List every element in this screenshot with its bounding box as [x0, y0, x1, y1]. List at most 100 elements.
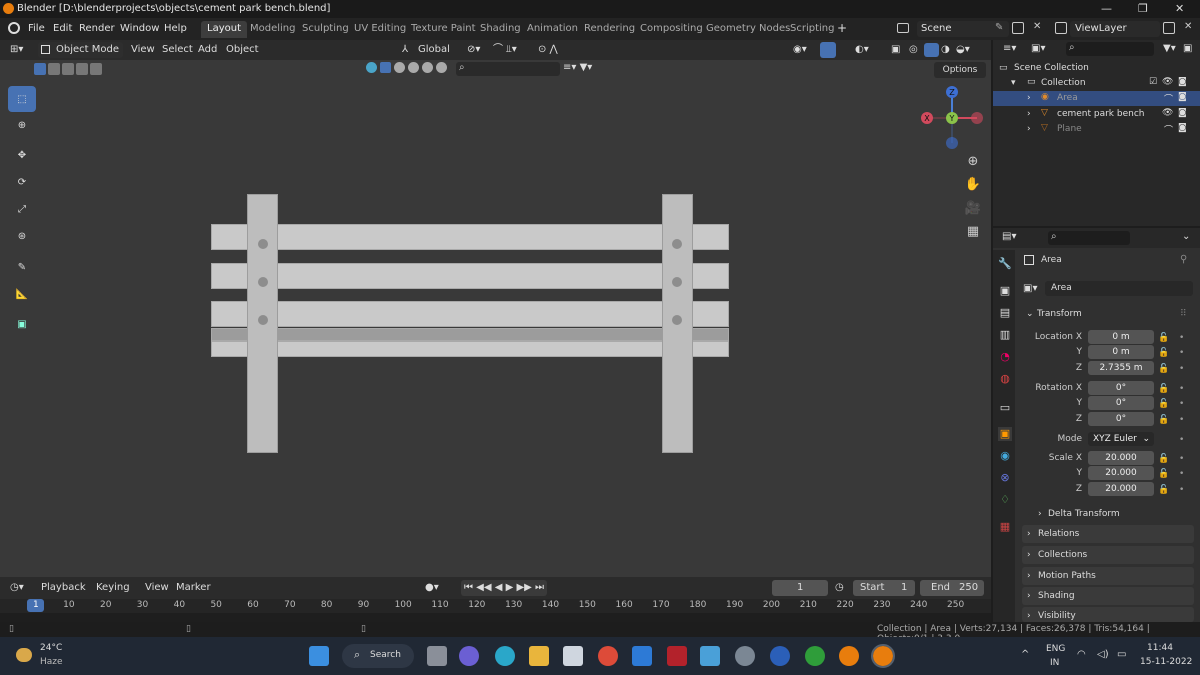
language-secondary[interactable]: IN: [1050, 658, 1059, 668]
hidden-eye-icon[interactable]: ⌒: [1164, 123, 1173, 136]
add-workspace-button[interactable]: +: [837, 21, 847, 35]
delete-scene-icon[interactable]: ✕: [1033, 21, 1041, 32]
menu-playback[interactable]: Playback: [41, 580, 86, 596]
keyframe-dot-icon[interactable]: •: [1179, 415, 1184, 425]
camera-icon[interactable]: ◙: [1178, 77, 1187, 87]
chrome-browser-icon[interactable]: [598, 646, 618, 666]
minimize-icon[interactable]: —: [1101, 2, 1112, 15]
motion-paths-section[interactable]: › Motion Paths: [1022, 567, 1194, 585]
menu-timeline-view[interactable]: View: [145, 580, 169, 596]
object-tab-icon[interactable]: ▣: [998, 427, 1012, 441]
outliner-filter-icon[interactable]: ▼▾: [1163, 43, 1176, 54]
menu-edit[interactable]: Edit: [53, 23, 72, 34]
outliner-search-input[interactable]: ⌕: [1066, 42, 1154, 56]
timeline-ruler[interactable]: 1 10 20 30 40 50 60 70 80 90 100 110 120 130 140 150 160…: [0, 599, 991, 613]
menu-object[interactable]: Object: [226, 42, 259, 58]
camera-icon[interactable]: ◙: [1178, 92, 1187, 102]
editor-type-icon[interactable]: ⊞▾: [10, 42, 23, 58]
texture-tab-icon[interactable]: ▦: [998, 520, 1012, 534]
shading-section[interactable]: › Shading: [1022, 587, 1194, 605]
object-data-selector-icon[interactable]: ▣▾: [1023, 283, 1037, 294]
tab-rendering[interactable]: Rendering: [578, 21, 641, 38]
battery-icon[interactable]: ▭: [1117, 649, 1126, 660]
keyframe-dot-icon[interactable]: •: [1179, 485, 1184, 495]
zoom-icon[interactable]: ⊕: [962, 150, 984, 172]
constraint-tab-icon[interactable]: ⊗: [998, 471, 1012, 485]
move-tool-icon[interactable]: ✥: [8, 142, 36, 168]
rendered-shading-icon[interactable]: ◒▾: [956, 42, 970, 58]
scale-y-field[interactable]: 20.000: [1088, 466, 1154, 480]
drag-handle-icon[interactable]: ⠿: [1180, 306, 1187, 322]
lock-icon[interactable]: 🔓: [1158, 485, 1169, 495]
task-view-icon[interactable]: [427, 646, 447, 666]
tab-modeling[interactable]: Modeling: [244, 21, 302, 38]
camera-icon[interactable]: ◙: [1178, 123, 1187, 133]
lock-icon[interactable]: 🔓: [1158, 415, 1169, 425]
keyframe-dot-icon[interactable]: •: [1179, 454, 1184, 464]
pin-icon[interactable]: ✎: [995, 22, 1003, 33]
delete-view-layer-icon[interactable]: ✕: [1184, 21, 1192, 32]
scene-tab-icon[interactable]: ◔: [998, 350, 1012, 364]
menu-view[interactable]: View: [131, 42, 155, 58]
teams-chat-icon[interactable]: [459, 646, 479, 666]
expand-arrow-icon[interactable]: ›: [1027, 93, 1031, 103]
tab-sculpting[interactable]: Sculpting: [296, 21, 355, 38]
view-layer-tab-icon[interactable]: ▥: [998, 328, 1012, 342]
xray-icon[interactable]: ▣: [891, 42, 900, 58]
visibility-section[interactable]: › Visibility: [1022, 607, 1194, 622]
pivot-icon[interactable]: ⊘▾: [467, 42, 480, 58]
expand-arrow-icon[interactable]: ›: [1027, 124, 1031, 134]
keyframe-dot-icon[interactable]: •: [1179, 435, 1184, 445]
overlay-icon[interactable]: ◐▾: [855, 42, 869, 58]
visibility-icon[interactable]: ◉▾: [793, 42, 807, 58]
file-explorer-icon[interactable]: [529, 646, 549, 666]
checkbox-icon[interactable]: ☑: [1149, 77, 1157, 87]
maximize-icon[interactable]: ❐: [1138, 2, 1148, 15]
lock-icon[interactable]: 🔓: [1158, 364, 1169, 374]
camera-view-icon[interactable]: 🎥: [962, 197, 984, 219]
modifier-tab-icon[interactable]: ◉: [998, 449, 1012, 463]
collections-section[interactable]: › Collections: [1022, 546, 1194, 564]
clock-time[interactable]: 11:44: [1147, 643, 1173, 653]
transform-panel-header[interactable]: ⌄ Transform ⠿: [1022, 306, 1194, 322]
rotation-mode-select[interactable]: XYZ Euler ⌄: [1088, 432, 1154, 446]
annotate-tool-icon[interactable]: ✎: [8, 254, 36, 280]
outliner-scene-collection[interactable]: ▭ Scene Collection: [993, 61, 1200, 76]
tab-texture-paint[interactable]: Texture Paint: [405, 21, 482, 38]
world-tab-icon[interactable]: ◍: [998, 372, 1012, 386]
timeline-editor-icon[interactable]: ◷▾: [10, 580, 24, 596]
close-icon[interactable]: ✕: [1175, 2, 1184, 15]
expand-arrow-icon[interactable]: ▾: [1011, 78, 1016, 88]
chevron-down-icon[interactable]: ⌄: [1182, 231, 1190, 242]
outliner-item-plane[interactable]: › ▽ Plane ⌒ ◙: [993, 122, 1200, 137]
measure-tool-icon[interactable]: 📐: [8, 281, 36, 307]
lock-icon[interactable]: 🔓: [1158, 333, 1169, 343]
menu-file[interactable]: File: [28, 23, 45, 34]
location-x-field[interactable]: 0 m: [1088, 330, 1154, 344]
rotation-x-field[interactable]: 0°: [1088, 381, 1154, 395]
location-z-field[interactable]: 2.7355 m: [1088, 361, 1154, 375]
snap-icon[interactable]: ⌒ ⫫▾: [493, 42, 517, 58]
app-red-icon[interactable]: [667, 646, 687, 666]
viewport-search-input[interactable]: ⌕: [456, 62, 560, 76]
menu-add[interactable]: Add: [198, 42, 217, 58]
mail-icon[interactable]: [632, 646, 652, 666]
cursor-tool-icon[interactable]: ⊕: [8, 112, 36, 138]
xbox-icon[interactable]: [805, 646, 825, 666]
blender-icon[interactable]: [839, 646, 859, 666]
edge-browser-icon[interactable]: [495, 646, 515, 666]
camera-icon[interactable]: ◙: [1178, 108, 1187, 118]
keyframe-dot-icon[interactable]: •: [1179, 399, 1184, 409]
scale-x-field[interactable]: 20.000: [1088, 451, 1154, 465]
keyframe-dot-icon[interactable]: •: [1179, 469, 1184, 479]
tab-layout[interactable]: Layout: [201, 21, 247, 38]
tab-animation[interactable]: Animation: [521, 21, 584, 38]
tab-shading[interactable]: Shading: [474, 21, 527, 38]
relations-section[interactable]: › Relations: [1022, 525, 1194, 543]
options-button[interactable]: Options: [934, 62, 986, 78]
material-shading-icon[interactable]: ◑: [941, 42, 950, 58]
new-collection-icon[interactable]: ▣: [1183, 43, 1192, 54]
blender-menu-icon[interactable]: [8, 22, 20, 34]
blender-active-icon[interactable]: [871, 644, 895, 668]
selection-mode-buttons[interactable]: [34, 63, 110, 77]
